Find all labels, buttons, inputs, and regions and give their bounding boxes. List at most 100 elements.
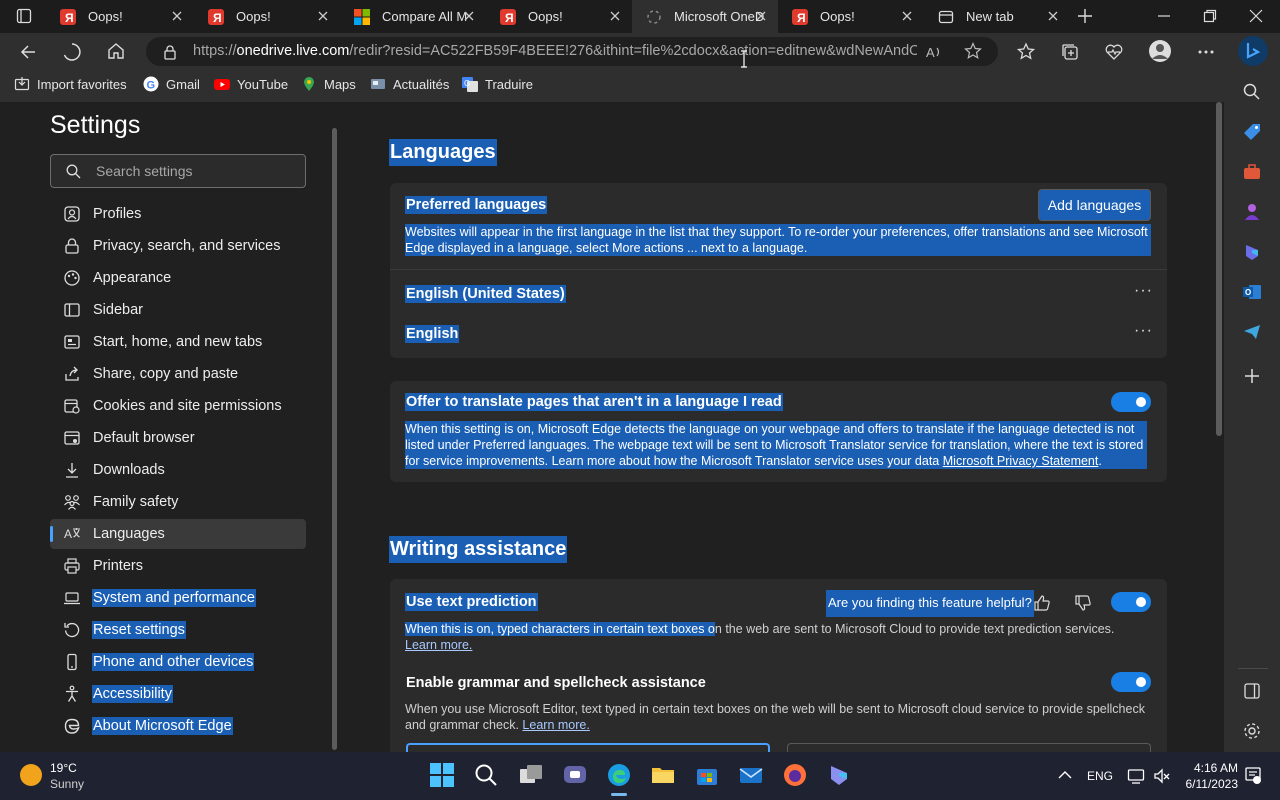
taskbar-search-icon[interactable] [473,762,499,788]
nav-item-about[interactable]: About Microsoft Edge [50,711,306,741]
add-languages-button[interactable]: Add languages [1038,189,1151,221]
nav-item-profiles[interactable]: Profiles [50,199,306,229]
sidebar-scrollbar[interactable] [332,128,337,750]
teams-chat-icon[interactable] [562,762,588,788]
nav-item-privacy[interactable]: Privacy, search, and services [50,231,306,261]
weather-condition[interactable]: Sunny [50,777,84,791]
close-icon[interactable] [1046,9,1060,23]
bookmark-maps[interactable]: Maps [301,76,356,92]
games-icon[interactable] [1242,202,1262,222]
sun-weather-icon[interactable] [20,764,42,786]
browser-tab[interactable]: Compare All M [340,0,486,33]
close-icon[interactable] [900,9,914,23]
close-icon[interactable] [316,9,330,23]
bookmark-youtube[interactable]: YouTube [214,76,288,92]
restore-icon[interactable] [1203,9,1217,23]
thumbs-down-icon[interactable] [1074,594,1092,612]
grammar-spellcheck-toggle[interactable] [1111,672,1151,692]
content-scrollbar[interactable] [1216,102,1222,436]
nav-item-cookies[interactable]: Cookies and site permissions [50,391,306,421]
collections-icon[interactable] [1060,42,1080,62]
sidebar-search-icon[interactable] [1242,82,1262,102]
copilot-app-icon[interactable] [826,762,852,788]
bing-copilot-icon[interactable] [1238,36,1268,66]
clock-date[interactable]: 6/11/2023 [1180,777,1239,791]
thumbs-up-icon[interactable] [1033,594,1051,612]
avatar[interactable] [1149,40,1171,62]
favorite-star-icon[interactable] [964,42,982,60]
close-icon[interactable] [754,9,768,23]
hide-sidebar-icon[interactable] [1242,681,1262,701]
nav-item-default-browser[interactable]: Default browser [50,423,306,453]
browser-essentials-icon[interactable] [1104,42,1124,62]
telegram-send-icon[interactable] [1242,322,1262,342]
clock-time[interactable]: 4:16 AM [1186,761,1238,775]
editor-option[interactable] [787,743,1151,752]
nav-item-languages[interactable]: A Languages [50,519,306,549]
close-icon[interactable] [608,9,622,23]
close-icon[interactable] [170,9,184,23]
microsoft-store-icon[interactable] [694,762,720,788]
nav-item-system[interactable]: System and performance [50,583,306,613]
bookmark-import-favorites[interactable]: Import favorites [14,76,127,92]
more-menu-icon[interactable] [1196,42,1216,62]
learn-more-link[interactable]: Learn more. [522,718,589,732]
more-actions-button[interactable]: ··· [1134,282,1153,300]
nav-item-start-home[interactable]: Start, home, and new tabs [50,327,306,357]
minimize-icon[interactable] [1157,9,1171,23]
browser-tab[interactable]: New tab [924,0,1070,33]
back-icon[interactable] [18,42,38,62]
address-bar[interactable]: https://onedrive.live.com/redir?resid=AC… [146,37,998,66]
task-view-icon[interactable] [518,762,544,788]
tools-briefcase-icon[interactable] [1242,162,1262,182]
new-tab-icon[interactable] [1077,8,1093,24]
text-prediction-toggle[interactable] [1111,592,1151,612]
search-input[interactable]: Search settings [50,154,306,188]
nav-item-sidebar[interactable]: Sidebar [50,295,306,325]
outlook-icon[interactable]: O [1242,282,1262,302]
learn-more-link[interactable]: Learn more. [405,638,472,652]
bookmark-actualites[interactable]: Actualités [370,76,449,92]
weather-temperature[interactable]: 19°C [50,761,77,775]
browser-tab-active[interactable]: Microsoft OneD [632,0,778,33]
window-close-icon[interactable] [1249,9,1263,23]
editor-option-selected[interactable] [406,743,770,752]
volume-muted-icon[interactable] [1153,767,1171,785]
firefox-icon[interactable] [782,762,808,788]
microsoft-365-icon[interactable] [1242,242,1262,262]
shopping-tag-icon[interactable] [1242,122,1262,142]
nav-item-share-copy[interactable]: Share, copy and paste [50,359,306,389]
bookmark-gmail[interactable]: G Gmail [143,76,200,92]
edge-taskbar-icon[interactable] [606,762,632,788]
sidebar-settings-gear-icon[interactable] [1242,721,1262,741]
lock-icon[interactable] [163,44,177,60]
read-aloud-icon[interactable]: A [925,43,943,61]
mail-icon[interactable] [738,762,764,788]
show-hidden-icons-chevron-icon[interactable] [1057,768,1073,782]
notifications-icon[interactable] [1244,766,1262,786]
browser-tab[interactable]: Я Oops! [486,0,632,33]
browser-tab[interactable]: Я Oops! [194,0,340,33]
browser-tab[interactable]: Я Oops! [46,0,194,33]
input-language[interactable]: ENG [1087,769,1113,783]
nav-item-family-safety[interactable]: Family safety [50,487,306,517]
nav-item-reset[interactable]: Reset settings [50,615,306,645]
nav-item-phone[interactable]: Phone and other devices [50,647,306,677]
add-sidebar-icon[interactable] [1242,366,1262,386]
close-icon[interactable] [462,9,476,23]
browser-tab[interactable]: Я Oops! [778,0,924,33]
file-explorer-icon[interactable] [650,762,676,788]
tab-actions-icon[interactable] [16,8,32,24]
favorites-icon[interactable] [1016,42,1036,62]
windows-start-icon[interactable] [429,762,455,788]
privacy-statement-link[interactable]: Microsoft Privacy Statement [943,454,1099,468]
nav-item-downloads[interactable]: Downloads [50,455,306,485]
network-icon[interactable] [1127,767,1145,785]
url-text[interactable]: https://onedrive.live.com/redir?resid=AC… [193,43,917,59]
translate-toggle[interactable] [1111,392,1151,412]
home-button-icon[interactable] [106,41,126,61]
bookmark-traduire[interactable]: G Traduire [462,76,533,92]
nav-item-appearance[interactable]: Appearance [50,263,306,293]
nav-item-accessibility[interactable]: Accessibility [50,679,306,709]
nav-item-printers[interactable]: Printers [50,551,306,581]
